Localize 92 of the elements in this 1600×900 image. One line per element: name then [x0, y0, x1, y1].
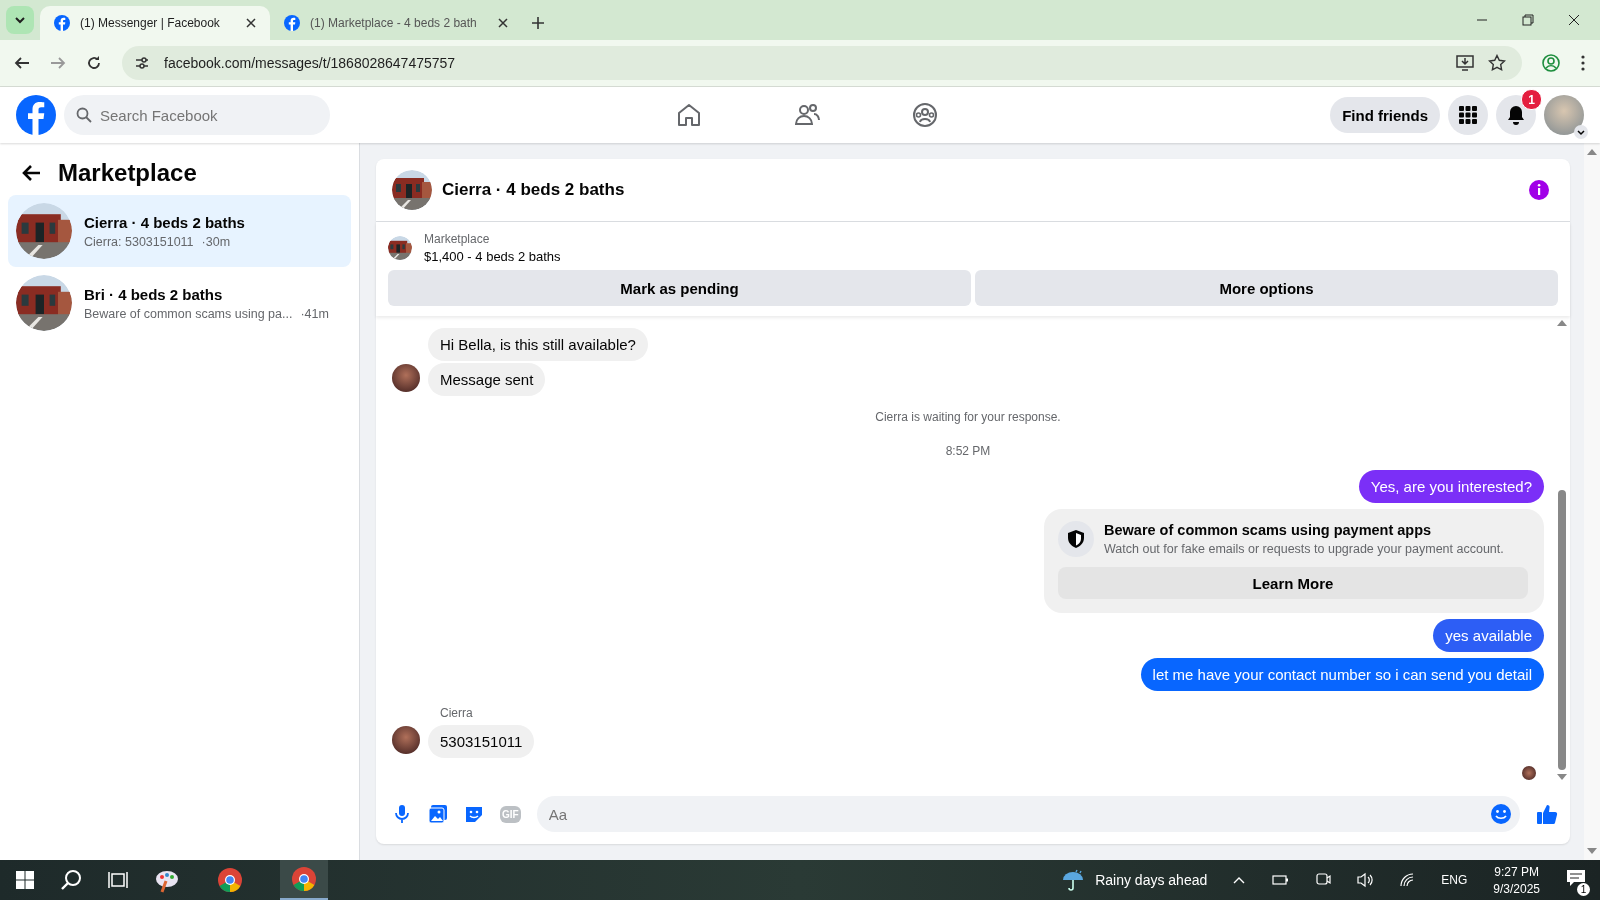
message-bubble: Hi Bella, is this still available?: [428, 328, 648, 361]
browser-tab[interactable]: (1) Marketplace - 4 beds 2 bath: [270, 6, 522, 40]
message-bubble: yes available: [1433, 619, 1544, 652]
message-bubble: 5303151011: [428, 725, 535, 758]
warning-text: Watch out for fake emails or requests to upgrade your payment account.: [1104, 542, 1504, 556]
status-notice: Cierra is waiting for your response.: [875, 410, 1061, 424]
message-input[interactable]: Aa: [536, 796, 1520, 832]
profile-icon[interactable]: [1542, 54, 1560, 72]
weather-text[interactable]: Rainy days ahead: [1095, 872, 1208, 888]
info-icon[interactable]: [1528, 179, 1550, 201]
active-taskbar-item[interactable]: [280, 860, 328, 900]
wifi-icon[interactable]: [1399, 872, 1416, 888]
message-time: ·41m: [300, 306, 329, 321]
listing-action-button[interactable]: More options: [975, 270, 1558, 306]
language-indicator[interactable]: ENG: [1441, 873, 1468, 887]
close-icon[interactable]: [1568, 14, 1580, 26]
scroll-down-icon[interactable]: [1557, 774, 1567, 780]
back-arrow-icon[interactable]: [22, 163, 42, 183]
timestamp: 8:52 PM: [945, 444, 991, 458]
scroll-up-icon[interactable]: [1557, 320, 1567, 326]
microphone-icon[interactable]: [392, 804, 412, 824]
notification-count: 1: [1577, 883, 1590, 896]
battery-icon[interactable]: [1271, 873, 1290, 887]
find-friends-button[interactable]: Find friends: [1330, 97, 1440, 133]
friends-icon[interactable]: [794, 102, 820, 128]
page-title: Marketplace: [58, 159, 197, 187]
conversation-title: Bri · 4 beds 2 baths: [84, 285, 224, 303]
conversation-title: Cierra · 4 beds 2 baths: [84, 213, 245, 231]
message-preview: Beware of common scams using pa...: [84, 306, 293, 321]
facebook-icon: [284, 15, 300, 31]
notifications-button[interactable]: [1496, 95, 1536, 135]
shield-icon: [1058, 521, 1094, 557]
scroll-up-icon[interactable]: [1587, 149, 1597, 155]
clock-time[interactable]: 9:27 PM: [1494, 864, 1539, 879]
chevron-up-icon[interactable]: [1233, 876, 1246, 884]
close-icon[interactable]: [246, 18, 256, 28]
scrollbar-thumb[interactable]: [1558, 490, 1566, 770]
sender-name: Cierra: [440, 706, 473, 720]
address-bar[interactable]: facebook.com/messages/t/1868028647475757: [122, 46, 1522, 80]
back-arrow-icon[interactable]: [14, 55, 30, 71]
url-text: facebook.com/messages/t/1868028647475757: [164, 55, 456, 71]
message-bubble: Yes, are you interested?: [1358, 470, 1544, 503]
chevron-down-icon[interactable]: [1574, 125, 1588, 139]
chevron-down-icon: [14, 14, 26, 26]
restore-icon[interactable]: [1522, 14, 1534, 26]
star-icon[interactable]: [1488, 54, 1506, 72]
listing-price: $1,400 - 4 beds 2 baths: [424, 249, 561, 264]
task-view-icon[interactable]: [108, 871, 128, 889]
home-icon[interactable]: [676, 102, 702, 128]
read-receipt-avatar: [1522, 766, 1536, 780]
message-preview: Cierra: 5303151011: [84, 234, 194, 249]
speaker-icon[interactable]: [1357, 872, 1374, 888]
clock-date[interactable]: 9/3/2025: [1493, 881, 1540, 896]
sticker-icon[interactable]: [464, 804, 484, 824]
thumbs-up-icon[interactable]: [1536, 803, 1558, 825]
bell-icon: [1506, 105, 1526, 125]
chrome-icon: [291, 866, 317, 892]
tab-search-button[interactable]: [6, 6, 34, 34]
grid-icon: [1458, 105, 1478, 125]
chrome-icon[interactable]: [217, 867, 243, 893]
notification-badge: 1: [1521, 89, 1542, 110]
windows-start-icon[interactable]: [16, 871, 34, 889]
chat-title: Cierra · 4 beds 2 baths: [442, 180, 625, 200]
install-app-icon[interactable]: [1456, 54, 1474, 72]
warning-title: Beware of common scams using payment apps: [1104, 522, 1433, 538]
forward-arrow-icon[interactable]: [50, 55, 66, 71]
facebook-logo[interactable]: [16, 95, 56, 135]
listing-label: Marketplace: [424, 232, 491, 246]
message-bubble: Message sent: [428, 363, 546, 396]
message-bubble: let me have your contact number so i can send you detail: [1140, 658, 1544, 691]
conversation-item[interactable]: Cierra · 4 beds 2 baths Cierra: 5303151011 ·30m: [8, 195, 351, 267]
browser-tab[interactable]: (1) Messenger | Facebook: [40, 6, 270, 40]
groups-icon[interactable]: [912, 102, 938, 128]
facebook-icon: [54, 15, 70, 31]
search-icon[interactable]: [60, 869, 82, 891]
image-icon[interactable]: [428, 804, 448, 824]
notification-center-icon[interactable]: [1566, 869, 1586, 887]
new-tab-icon[interactable]: [532, 17, 544, 29]
message-time: ·30m: [201, 234, 231, 249]
emoji-icon[interactable]: [1490, 803, 1512, 825]
scroll-down-icon[interactable]: [1587, 848, 1597, 854]
close-icon[interactable]: [498, 18, 508, 28]
search-field[interactable]: Search Facebook: [64, 95, 330, 135]
listing-action-button[interactable]: Mark as pending: [388, 270, 971, 306]
menu-icon[interactable]: [1580, 55, 1586, 71]
learn-more-button[interactable]: Learn More: [1058, 567, 1528, 599]
site-settings-icon[interactable]: [134, 55, 150, 71]
reload-icon[interactable]: [86, 55, 102, 71]
apps-menu-button[interactable]: [1448, 95, 1488, 135]
umbrella-rain-icon[interactable]: [1061, 868, 1086, 892]
conversation-item[interactable]: Bri · 4 beds 2 baths Beware of common scams using pa... ·41m: [8, 267, 351, 339]
search-icon: [76, 107, 92, 123]
